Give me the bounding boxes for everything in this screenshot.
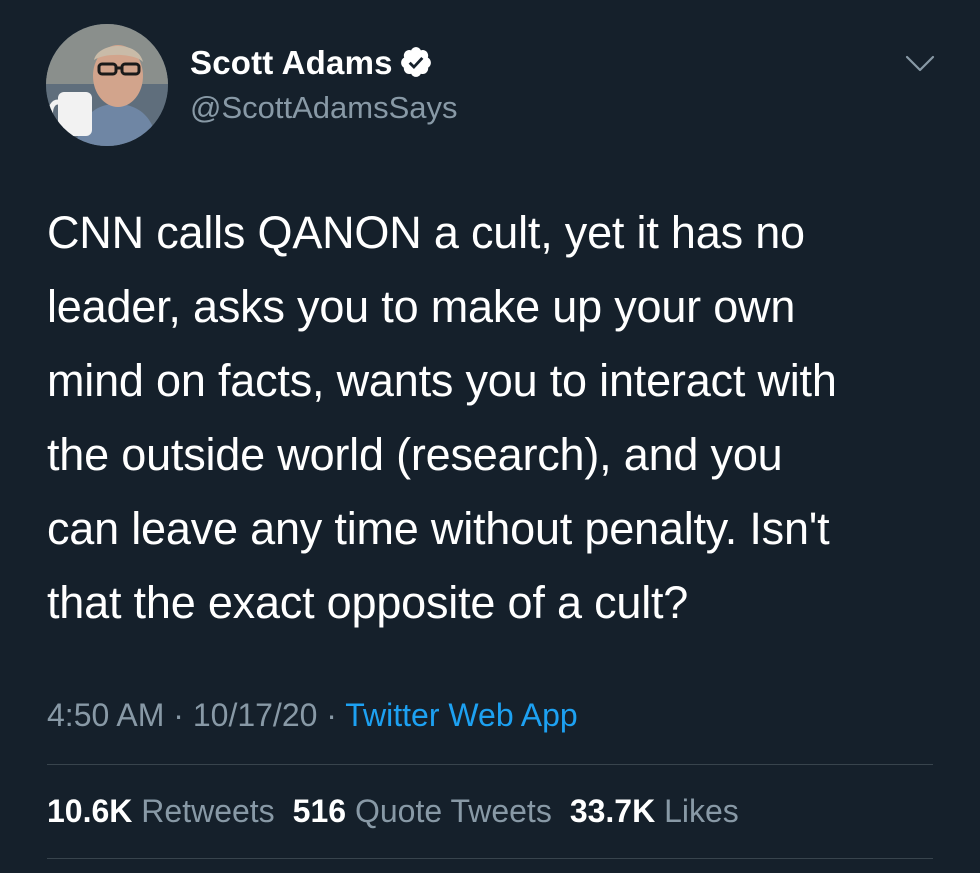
divider (47, 858, 933, 859)
likes-stat[interactable]: 33.7K Likes (570, 789, 739, 833)
tweet-text-line: mind on facts, wants you to interact wit… (47, 355, 837, 406)
tweet-text-line: CNN calls QANON a cult, yet it has no (47, 207, 805, 258)
likes-count: 33.7K (569, 793, 656, 829)
tweet-date[interactable]: 10/17/20 (193, 697, 318, 733)
tweet-text-line: that the exact opposite of a cult? (47, 577, 689, 628)
tweet-text-line: the outside world (research), and you (47, 429, 783, 480)
retweets-count: 10.6K (47, 793, 133, 829)
tweet-card: Scott Adams @ScottAdamsSays CNN calls QA… (0, 0, 980, 873)
tweet-time[interactable]: 4:50 AM (47, 697, 164, 733)
tweet-text-line: can leave any time without penalty. Isn'… (47, 503, 830, 554)
tweet-meta: 4:50 AM · 10/17/20 · Twitter Web App (47, 693, 578, 737)
tweet-source-link[interactable]: Twitter Web App (345, 697, 577, 733)
handle[interactable]: @ScottAdamsSays (190, 88, 458, 128)
retweets-label: Retweets (141, 793, 275, 829)
verified-badge-icon (399, 45, 433, 79)
tweet-text-line: leader, asks you to make up your own (47, 281, 796, 332)
likes-label: Likes (664, 793, 739, 829)
meta-separator: · (164, 697, 193, 733)
retweets-stat[interactable]: 10.6K Retweets (47, 789, 275, 833)
display-name[interactable]: Scott Adams (190, 44, 393, 82)
tweet-text: CNN calls QANON a cult, yet it has no le… (47, 196, 957, 640)
tweet-stats: 10.6K Retweets 516 Quote Tweets 33.7K Like… (47, 789, 757, 833)
chevron-down-icon[interactable] (903, 52, 937, 76)
quote-tweets-label: Quote Tweets (354, 793, 552, 829)
divider (47, 764, 933, 765)
author-block: Scott Adams @ScottAdamsSays (190, 44, 458, 128)
quote-tweets-stat[interactable]: 516 Quote Tweets (293, 789, 552, 833)
meta-separator: · (317, 697, 346, 733)
avatar[interactable] (46, 24, 168, 146)
quote-tweets-count: 516 (292, 793, 347, 829)
